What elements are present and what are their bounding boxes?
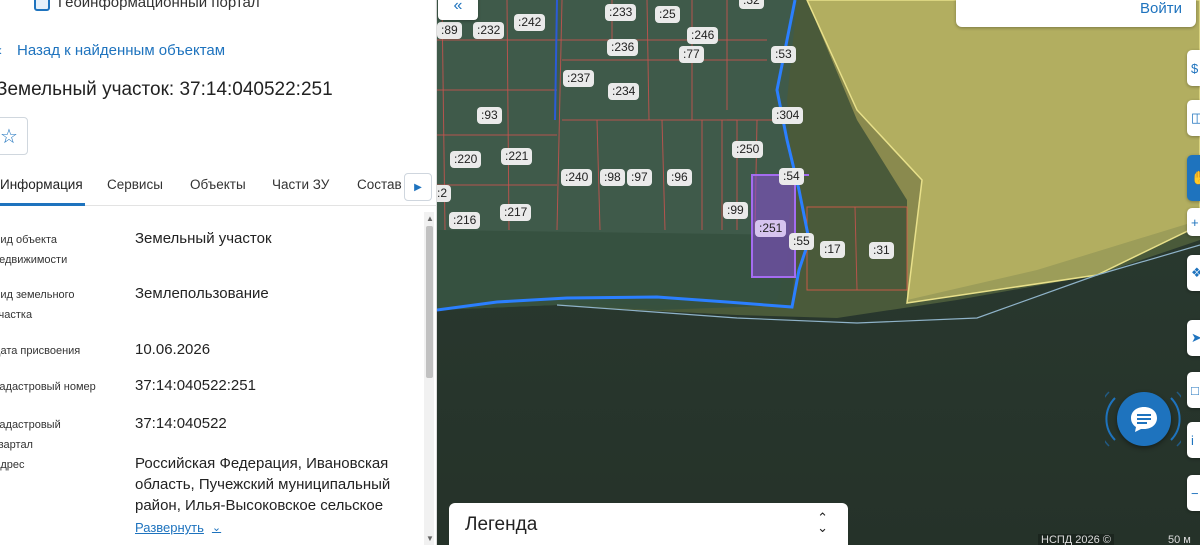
map-view[interactable]: :89 :232 :242 :233 :25 :32 :246 :236 :77… (437, 0, 1200, 545)
selected-parcel-label[interactable]: :251 (755, 220, 787, 237)
expand-label: Развернуть (135, 520, 204, 535)
collapse-panel-button[interactable]: « (438, 0, 478, 20)
chevron-down-icon: ⌄ (211, 522, 222, 534)
map-scale: 50 м (1168, 534, 1191, 545)
layers-icon: ◫ (1191, 110, 1200, 125)
parcel-label[interactable]: :54 (779, 168, 804, 185)
parcel-label[interactable]: :97 (627, 169, 652, 186)
parcel-label[interactable]: :89 (437, 22, 462, 39)
parcel-label[interactable]: :242 (514, 14, 546, 31)
parcel-label[interactable]: :234 (608, 83, 640, 100)
scrollbar-thumb[interactable] (426, 226, 433, 378)
expand-address-link[interactable]: Развернуть ⌄ (135, 520, 221, 535)
attr-label-cadastral-number: Кадастровый номер (0, 381, 96, 393)
minus-icon: − (1191, 485, 1199, 501)
active-tab-indicator (0, 203, 85, 206)
parcel-label[interactable]: :220 (450, 151, 482, 168)
portal-title: Геоинформационный портал (58, 0, 260, 11)
attr-label-object-type: Вид объекта недвижимости (0, 234, 68, 266)
info-icon: i (1191, 432, 1194, 448)
parcel-label[interactable]: :96 (667, 169, 692, 186)
attr-value-cadastral-number: 37:14:040522:251 (135, 377, 256, 394)
tabs-scroll-right-button[interactable]: ▶ (404, 173, 432, 201)
scroll-up-arrow-icon[interactable]: ▲ (426, 214, 434, 223)
expand-collapse-icon[interactable]: ⌃ ⌄ (817, 511, 828, 534)
back-link-label: Назад к найденным объектам (17, 42, 226, 59)
parcel-label[interactable]: :221 (501, 148, 533, 165)
login-button[interactable]: Войти (1140, 0, 1182, 17)
tab-composition[interactable]: Состав (357, 177, 402, 192)
page-title: Земельный участок: 37:14:040522:251 (0, 79, 333, 100)
plus-icon: + (1191, 214, 1199, 230)
double-chevron-left-icon: « (453, 0, 463, 14)
print-button[interactable]: □ (1187, 372, 1200, 408)
parcel-label[interactable]: :98 (600, 169, 625, 186)
parcel-label[interactable]: :2 (437, 185, 452, 202)
star-icon: ☆ (0, 125, 18, 148)
ruler-icon: $ (1191, 60, 1199, 76)
layers-button[interactable]: ◫ (1187, 100, 1200, 136)
scroll-down-arrow-icon[interactable]: ▼ (426, 534, 434, 543)
parcel-label[interactable]: :304 (772, 107, 804, 124)
info-button[interactable]: i (1187, 422, 1200, 458)
puzzle-icon: ❖ (1191, 265, 1200, 280)
parcel-label[interactable]: :216 (449, 212, 481, 229)
back-to-results-link[interactable]: ‹ Назад к найденным объектам (0, 42, 225, 59)
add-button[interactable]: + (1187, 208, 1200, 236)
favorite-button[interactable]: ☆ (0, 117, 28, 155)
ruler-tool-button[interactable]: $ (1187, 50, 1200, 86)
attr-label-parcel-type: Вид земельного участка (0, 289, 75, 321)
parcel-label[interactable]: :217 (500, 204, 532, 221)
tab-services[interactable]: Сервисы (107, 177, 163, 192)
hand-icon: ✋ (1191, 170, 1200, 185)
chat-bubble-icon (1131, 407, 1157, 432)
parcel-label[interactable]: :99 (723, 202, 748, 219)
chevron-left-icon: ‹ (0, 42, 2, 59)
attr-value-parcel-type: Землепользование (135, 285, 269, 302)
active-tool-button[interactable]: ✋ (1187, 155, 1200, 201)
attr-value-cadastral-quarter: 37:14:040522 (135, 415, 227, 432)
parcel-label[interactable]: :240 (561, 169, 593, 186)
attr-value-address: Российская Федерация, Ивановская область… (135, 455, 391, 514)
parcel-label[interactable]: :93 (477, 107, 502, 124)
parcel-label[interactable]: :237 (563, 70, 595, 87)
attr-value-assign-date: 10.06.2026 (135, 341, 211, 358)
tab-information[interactable]: Информация (0, 177, 83, 192)
triangle-right-icon: ▶ (414, 181, 422, 193)
map-canvas (437, 0, 1200, 545)
portal-logo-icon (34, 0, 50, 11)
tab-bar: Информация Сервисы Объекты Части ЗУ Сост… (0, 168, 436, 206)
legend-title: Легенда (465, 514, 538, 535)
share-button[interactable]: ➤ (1187, 320, 1200, 356)
parcel-label[interactable]: :31 (869, 242, 894, 259)
document-icon: □ (1191, 382, 1199, 398)
attr-value-object-type: Земельный участок (135, 230, 272, 247)
parcel-label[interactable]: :233 (605, 4, 637, 21)
parcel-label[interactable]: :77 (679, 46, 704, 63)
legend-panel[interactable]: Легенда ⌃ ⌄ (449, 503, 848, 545)
tab-objects[interactable]: Объекты (190, 177, 246, 192)
portal-header: Геоинформационный портал (34, 0, 260, 11)
parcel-label[interactable]: :53 (771, 46, 796, 63)
parcel-label[interactable]: :17 (820, 241, 845, 258)
attr-label-address: Адрес (0, 459, 25, 471)
attr-label-cadastral-quarter: Кадастровый квартал (0, 419, 61, 451)
parcel-label[interactable]: :232 (473, 22, 505, 39)
chat-button[interactable] (1117, 392, 1171, 446)
parcel-label[interactable]: :55 (789, 233, 814, 250)
share-icon: ➤ (1191, 330, 1200, 345)
parcel-label[interactable]: :250 (732, 141, 764, 158)
parcel-label[interactable]: :25 (655, 6, 680, 23)
parcel-label[interactable]: :236 (607, 39, 639, 56)
object-info-panel: Геоинформационный портал ‹ Назад к найде… (0, 0, 437, 545)
map-copyright: НСПД 2026 © (1038, 534, 1114, 545)
parcel-label[interactable]: :32 (739, 0, 764, 9)
settings-button[interactable]: ❖ (1187, 255, 1200, 291)
zoom-out-button[interactable]: − (1187, 475, 1200, 511)
attr-label-assign-date: Дата присвоения (0, 345, 81, 357)
tab-parts[interactable]: Части ЗУ (272, 177, 329, 192)
parcel-label[interactable]: :246 (687, 27, 719, 44)
